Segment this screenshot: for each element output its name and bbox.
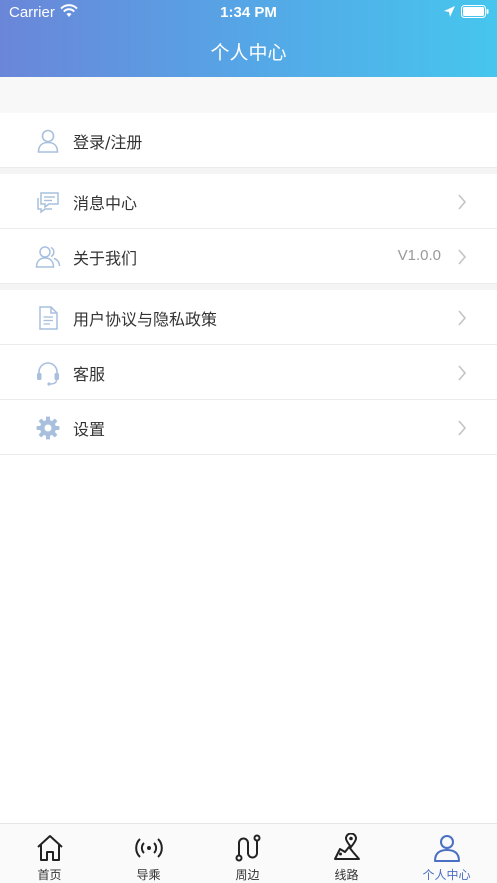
menu-item-messages[interactable]: 消息中心 — [0, 174, 497, 229]
menu-item-agreement[interactable]: 用户协议与隐私政策 — [0, 290, 497, 345]
gear-icon — [36, 416, 60, 440]
person-icon — [434, 835, 460, 862]
menu-item-label: 客服 — [73, 365, 106, 384]
menu-item-about[interactable]: 关于我们 V1.0.0 — [0, 229, 497, 284]
status-time: 1:34 PM — [220, 4, 277, 21]
tab-profile[interactable]: 个人中心 — [397, 824, 496, 883]
tab-routes[interactable]: 线路 — [297, 824, 396, 883]
document-icon — [39, 306, 58, 330]
chevron-right-icon — [458, 249, 467, 265]
status-bar: Carrier 1:34 PM — [0, 0, 497, 26]
menu-item-settings[interactable]: 设置 — [0, 400, 497, 455]
login-row[interactable]: 登录/注册 — [0, 113, 497, 168]
home-icon — [37, 835, 63, 861]
users-icon — [35, 246, 61, 268]
tab-label: 首页 — [37, 868, 62, 882]
route-icon — [235, 834, 261, 862]
tab-nearby[interactable]: 周边 — [198, 824, 297, 883]
tab-guide[interactable]: 导乘 — [99, 824, 198, 883]
version-label: V1.0.0 — [397, 247, 441, 264]
header-bar: Carrier 1:34 PM 个人中心 — [0, 0, 497, 77]
chevron-right-icon — [458, 420, 467, 436]
login-label: 登录/注册 — [73, 133, 143, 152]
tab-bar: 首页 导乘 周边 线路 个人中心 — [0, 823, 497, 883]
tab-label: 周边 — [235, 868, 260, 882]
battery-icon — [461, 5, 489, 18]
chevron-right-icon — [458, 365, 467, 381]
page-title: 个人中心 — [210, 42, 287, 64]
tab-label: 个人中心 — [422, 868, 471, 882]
menu-item-customer-service[interactable]: 客服 — [0, 345, 497, 400]
map-pin-icon — [334, 833, 360, 860]
tab-label: 线路 — [334, 868, 359, 882]
chat-icon — [37, 192, 59, 214]
menu-item-label: 设置 — [73, 420, 106, 439]
headset-icon — [37, 362, 59, 386]
tab-label: 导乘 — [136, 868, 161, 882]
broadcast-icon — [135, 838, 163, 858]
menu-item-label: 用户协议与隐私政策 — [73, 310, 218, 329]
chevron-right-icon — [458, 310, 467, 326]
menu-item-label: 消息中心 — [73, 194, 138, 213]
menu-item-label: 关于我们 — [73, 249, 138, 268]
tab-home[interactable]: 首页 — [0, 824, 99, 883]
top-spacer — [0, 77, 497, 113]
chevron-right-icon — [458, 194, 467, 210]
location-arrow-icon — [444, 6, 455, 17]
user-icon — [37, 129, 59, 153]
